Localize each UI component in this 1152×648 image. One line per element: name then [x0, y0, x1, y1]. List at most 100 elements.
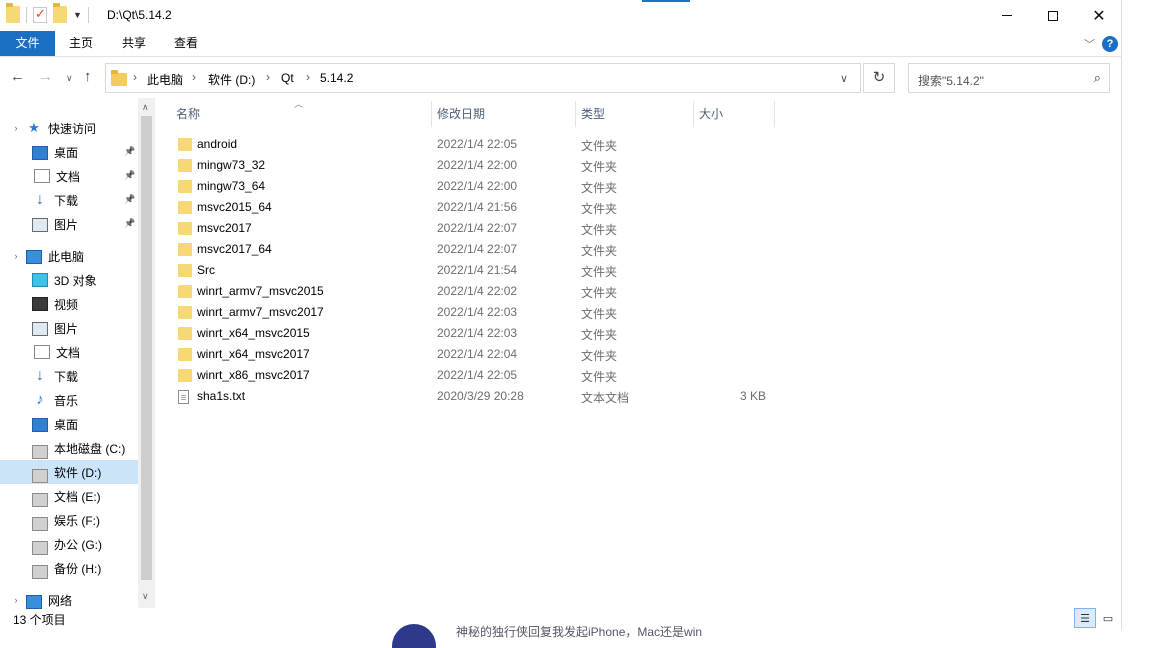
- folder-shape: [178, 348, 192, 361]
- column-header-type[interactable]: 类型: [576, 101, 694, 127]
- scroll-up-icon[interactable]: ∧: [142, 102, 149, 113]
- breadcrumb-current[interactable]: 5.14.2: [320, 71, 353, 85]
- sidebar-item[interactable]: ♪ 音乐: [0, 388, 138, 412]
- file-name: msvc2017_64: [197, 242, 272, 256]
- sidebar-item[interactable]: 3D 对象: [0, 268, 138, 292]
- back-arrow-icon[interactable]: ←: [10, 68, 25, 85]
- file-size: 3 KB: [740, 389, 767, 403]
- sidebar-item[interactable]: 图片 📌: [0, 212, 138, 236]
- scrollbar-thumb[interactable]: [141, 116, 152, 580]
- sidebar-item-label: 文档: [56, 345, 81, 360]
- search-input[interactable]: 搜索"5.14.2": [918, 72, 984, 89]
- music-icon: ♪: [36, 391, 44, 408]
- folder-shape: [178, 369, 192, 382]
- column-header-name[interactable]: ︿ 名称: [156, 99, 432, 127]
- tab-share[interactable]: 共享: [108, 31, 160, 56]
- sidebar-item[interactable]: 软件 (D:): [0, 460, 138, 484]
- folder-shape: [178, 138, 192, 151]
- breadcrumb-this-pc[interactable]: 此电脑: [147, 71, 183, 88]
- sidebar-item[interactable]: › 此电脑: [0, 244, 138, 268]
- close-button[interactable]: ✕: [1076, 0, 1122, 31]
- sidebar-item[interactable]: 桌面: [0, 412, 138, 436]
- folder-icon: [178, 180, 192, 196]
- breadcrumb-chevron-icon[interactable]: ›: [133, 70, 137, 84]
- tab-view[interactable]: 查看: [160, 31, 212, 56]
- scroll-down-icon[interactable]: ∨: [142, 591, 149, 602]
- drive-icon: [32, 493, 48, 507]
- sidebar-item[interactable]: 办公 (G:): [0, 532, 138, 556]
- sidebar-item[interactable]: 视频: [0, 292, 138, 316]
- table-row[interactable]: android 2022/1/4 22:05 文件夹: [174, 134, 774, 155]
- search-box[interactable]: 搜索"5.14.2" ⌕: [908, 63, 1110, 93]
- expand-chevron-icon[interactable]: ›: [10, 123, 22, 133]
- large-icons-view-button[interactable]: ▭: [1097, 608, 1119, 628]
- table-row[interactable]: winrt_x64_msvc2015 2022/1/4 22:03 文件夹: [174, 323, 774, 344]
- text-file-icon: [178, 390, 189, 407]
- folder-shape: [178, 180, 192, 193]
- drive-icon: [32, 517, 48, 531]
- address-bar[interactable]: › 此电脑 › 软件 (D:) › Qt › 5.14.2 ∨: [105, 63, 861, 93]
- forward-arrow-icon[interactable]: →: [38, 68, 53, 85]
- navigation-pane-scrollbar[interactable]: ∧ ∨: [138, 98, 155, 608]
- table-row[interactable]: Src 2022/1/4 21:54 文件夹: [174, 260, 774, 281]
- customize-toolbar-dropdown-icon[interactable]: ▼: [73, 10, 82, 20]
- modified-date: 2022/1/4 22:02: [437, 284, 518, 298]
- expand-chevron-icon[interactable]: ›: [10, 595, 22, 605]
- up-arrow-icon[interactable]: ↑: [84, 68, 92, 85]
- sidebar-item[interactable]: 文档: [0, 340, 138, 364]
- table-row[interactable]: msvc2017 2022/1/4 22:07 文件夹: [174, 218, 774, 239]
- sidebar-item[interactable]: ↓ 下载: [0, 364, 138, 388]
- breadcrumb-chevron-icon[interactable]: ›: [192, 70, 196, 84]
- 3d-objects-icon: [32, 273, 48, 287]
- column-header-date[interactable]: 修改日期: [432, 101, 576, 127]
- details-view-button[interactable]: ☰: [1074, 608, 1096, 628]
- sidebar-item-label: 办公 (G:): [54, 537, 102, 552]
- breadcrumb-chevron-icon[interactable]: ›: [306, 70, 310, 84]
- folder-shape: [178, 327, 192, 340]
- table-row[interactable]: mingw73_64 2022/1/4 22:00 文件夹: [174, 176, 774, 197]
- address-dropdown-chevron-icon[interactable]: ∨: [840, 72, 848, 85]
- sidebar-item[interactable]: 本地磁盘 (C:): [0, 436, 138, 460]
- toolbar-separator: [26, 6, 27, 23]
- help-icon[interactable]: ?: [1102, 36, 1118, 52]
- sidebar-item[interactable]: 娱乐 (F:): [0, 508, 138, 532]
- column-header-size[interactable]: 大小: [694, 101, 775, 127]
- sidebar-item[interactable]: 文档 (E:): [0, 484, 138, 508]
- recent-locations-chevron-icon[interactable]: ∨: [66, 73, 73, 84]
- table-row[interactable]: winrt_armv7_msvc2015 2022/1/4 22:02 文件夹: [174, 281, 774, 302]
- sidebar-item[interactable]: 备份 (H:): [0, 556, 138, 580]
- title-accent-line: [642, 0, 690, 2]
- tab-file[interactable]: 文件: [0, 31, 55, 56]
- sidebar-item[interactable]: 图片: [0, 316, 138, 340]
- table-row[interactable]: winrt_armv7_msvc2017 2022/1/4 22:03 文件夹: [174, 302, 774, 323]
- maximize-button[interactable]: [1030, 0, 1076, 31]
- sidebar-item[interactable]: ↓ 下载 📌: [0, 188, 138, 212]
- breadcrumb-chevron-icon[interactable]: ›: [266, 70, 270, 84]
- desktop-icon: [32, 146, 48, 160]
- breadcrumb-qt[interactable]: Qt: [281, 71, 294, 85]
- minimize-button[interactable]: [984, 0, 1030, 31]
- properties-icon[interactable]: [33, 6, 47, 23]
- modified-date: 2022/1/4 22:00: [437, 179, 518, 193]
- sidebar-item[interactable]: 文档 📌: [0, 164, 138, 188]
- folder-icon: [111, 70, 127, 86]
- file-name: winrt_x64_msvc2015: [197, 326, 310, 340]
- table-row[interactable]: mingw73_32 2022/1/4 22:00 文件夹: [174, 155, 774, 176]
- sidebar-item[interactable]: 桌面 📌: [0, 140, 138, 164]
- table-row[interactable]: winrt_x64_msvc2017 2022/1/4 22:04 文件夹: [174, 344, 774, 365]
- table-row[interactable]: msvc2015_64 2022/1/4 21:56 文件夹: [174, 197, 774, 218]
- table-row[interactable]: msvc2017_64 2022/1/4 22:07 文件夹: [174, 239, 774, 260]
- table-row[interactable]: sha1s.txt 2020/3/29 20:28 文本文档 3 KB: [174, 386, 774, 407]
- new-folder-icon[interactable]: [53, 3, 67, 23]
- breadcrumb-drive-d[interactable]: 软件 (D:): [208, 71, 255, 88]
- sidebar-item[interactable]: › ★ 快速访问: [0, 116, 138, 140]
- sidebar-item-label: 图片: [54, 321, 79, 336]
- file-name: android: [197, 137, 238, 151]
- expand-ribbon-chevron-icon[interactable]: ﹀: [1084, 36, 1095, 52]
- expand-chevron-icon[interactable]: ›: [10, 251, 22, 261]
- refresh-button[interactable]: ↻: [863, 63, 895, 93]
- download-icon: ↓: [36, 191, 44, 208]
- toolbar-separator: [87, 6, 89, 23]
- table-row[interactable]: winrt_x86_msvc2017 2022/1/4 22:05 文件夹: [174, 365, 774, 386]
- tab-home[interactable]: 主页: [55, 31, 107, 56]
